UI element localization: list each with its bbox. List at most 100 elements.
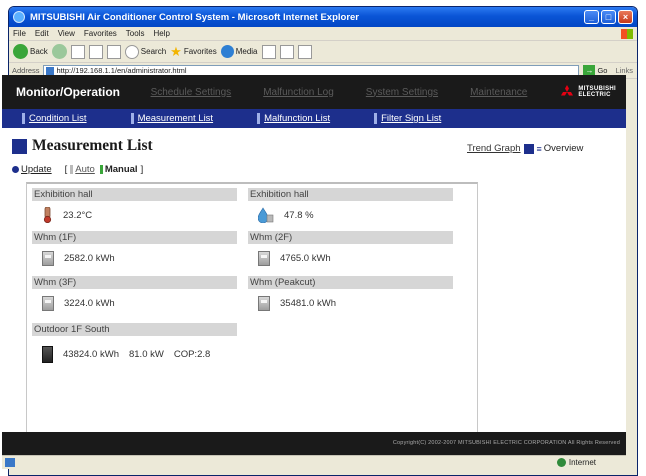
measurement-value: 4765.0 kWh	[280, 252, 331, 264]
ie-logo-icon	[13, 11, 25, 23]
measurement-value: 35481.0 kWh	[280, 297, 336, 309]
bracket-open: [	[64, 163, 68, 175]
history-icon[interactable]	[261, 44, 276, 59]
humidity-drop-icon	[258, 207, 274, 223]
mitsubishi-logo: MITSUBISHI ELECTRIC	[559, 85, 616, 99]
refresh-icon[interactable]	[88, 44, 103, 59]
home-icon[interactable]	[106, 44, 121, 59]
menu-bar: File Edit View Favorites Tools Help	[9, 27, 637, 41]
stop-icon[interactable]	[70, 44, 85, 59]
favorites-button[interactable]: ★ Favorites	[170, 44, 217, 60]
minimize-button[interactable]: _	[584, 10, 599, 24]
measurement-name: Whm (3F)	[32, 276, 237, 289]
search-button[interactable]: Search	[124, 44, 167, 59]
nav-monitor-operation[interactable]: Monitor/Operation	[16, 85, 151, 99]
measurement-value: 43824.0 kWh	[63, 348, 119, 360]
subnav-measurement-list[interactable]: Measurement List	[131, 113, 214, 124]
windows-flag-icon	[621, 28, 633, 39]
header-row: Measurement List Trend Graph ≡ Overview	[2, 128, 626, 160]
measurement-name: Whm (Peakcut)	[248, 276, 453, 289]
page-content: Monitor/Operation Schedule Settings Malf…	[2, 75, 626, 455]
measurement-panel: Exhibition hall 23.2°C Exhibition hall 4…	[26, 182, 478, 434]
measurement-name: Exhibition hall	[248, 188, 453, 201]
measurement-name: Outdoor 1F South	[32, 323, 237, 336]
back-label: Back	[30, 47, 48, 56]
measurement-card: Whm (1F) 2582.0 kWh	[32, 231, 237, 272]
mail-icon[interactable]	[279, 44, 294, 59]
menu-help[interactable]: Help	[153, 29, 169, 38]
measurement-card: Whm (3F) 3224.0 kWh	[32, 276, 237, 317]
bracket-close: ]	[140, 163, 144, 175]
meter-icon	[42, 295, 54, 311]
subnav-malfunction-list[interactable]: Malfunction List	[257, 113, 330, 124]
update-button[interactable]: Update	[21, 164, 52, 175]
meter-icon	[258, 250, 270, 266]
copyright-text: Copyright(C) 2002-2007 MITSUBISHI ELECTR…	[392, 440, 620, 446]
measurement-card: Outdoor 1F South 43824.0 kWh 81.0 kW COP…	[32, 323, 237, 372]
auto-update-button[interactable]: Auto	[75, 164, 95, 175]
back-arrow-icon	[13, 44, 28, 59]
globe-icon	[556, 458, 566, 467]
page-title: Measurement List	[12, 137, 153, 155]
maximize-button[interactable]: □	[601, 10, 616, 24]
menu-view[interactable]: View	[58, 29, 75, 38]
nav-schedule-settings[interactable]: Schedule Settings	[151, 87, 232, 98]
page-icon	[45, 66, 54, 75]
measurement-value: 47.8 %	[284, 209, 314, 221]
menu-favorites[interactable]: Favorites	[84, 29, 117, 38]
zone-label: Internet	[568, 458, 596, 467]
overview-icon	[523, 143, 534, 154]
go-label: Go	[597, 66, 608, 75]
update-dot-icon	[12, 165, 19, 173]
menu-file[interactable]: File	[13, 29, 26, 38]
thermometer-icon	[43, 207, 52, 223]
top-navigation: Monitor/Operation Schedule Settings Malf…	[2, 75, 626, 109]
media-label: Media	[235, 47, 258, 56]
meter-icon	[42, 250, 54, 266]
media-button[interactable]: Media	[220, 45, 258, 58]
title-bar: MITSUBISHI Air Conditioner Control Syste…	[9, 7, 637, 27]
links-button[interactable]: Links	[615, 66, 633, 75]
menu-edit[interactable]: Edit	[35, 29, 49, 38]
back-button[interactable]: Back	[13, 44, 48, 59]
subnav-condition-list[interactable]: Condition List	[22, 113, 87, 124]
auto-mark-icon	[70, 164, 74, 174]
menu-tools[interactable]: Tools	[126, 29, 145, 38]
nav-maintenance[interactable]: Maintenance	[470, 87, 527, 98]
meter-icon	[258, 295, 270, 311]
measurement-card: Whm (Peakcut) 35481.0 kWh	[248, 276, 453, 317]
trend-overview: Trend Graph ≡ Overview	[467, 143, 583, 154]
measurement-card: Whm (2F) 4765.0 kWh	[248, 231, 453, 272]
close-button[interactable]: ×	[618, 10, 633, 24]
search-label: Search	[140, 47, 167, 56]
three-diamonds-icon	[561, 85, 574, 96]
window-title: MITSUBISHI Air Conditioner Control Syste…	[30, 11, 360, 23]
browser-toolbar: Back Search ★ Favorites Media	[9, 41, 637, 63]
list-lines-icon: ≡	[536, 143, 542, 154]
nav-system-settings[interactable]: System Settings	[366, 87, 438, 98]
title-square-icon	[12, 138, 27, 154]
address-url: http://192.168.1.1/en/administrator.html	[56, 66, 187, 75]
media-icon	[220, 45, 234, 58]
manual-update-indicator: Manual	[99, 163, 138, 175]
overview-link[interactable]: Overview	[544, 143, 584, 154]
sub-navigation: Condition List Measurement List Malfunct…	[2, 109, 626, 128]
forward-button[interactable]	[51, 44, 67, 59]
nav-malfunction-log[interactable]: Malfunction Log	[263, 87, 334, 98]
measurement-card: Exhibition hall 47.8 %	[248, 188, 453, 229]
security-zone: Internet	[556, 458, 596, 467]
outdoor-unit-icon	[42, 345, 53, 363]
subnav-filter-sign-list[interactable]: Filter Sign List	[374, 113, 441, 124]
measurement-name: Whm (2F)	[248, 231, 453, 244]
search-icon	[124, 44, 139, 59]
measurement-name: Whm (1F)	[32, 231, 237, 244]
trend-graph-link[interactable]: Trend Graph	[467, 143, 521, 154]
manual-label: Manual	[104, 163, 138, 175]
update-row: Update [ Auto Manual ]	[2, 160, 626, 178]
favorites-label: Favorites	[183, 47, 217, 56]
measurement-value: 2582.0 kWh	[64, 252, 115, 264]
page-footer: Copyright(C) 2002-2007 MITSUBISHI ELECTR…	[2, 432, 626, 455]
measurement-name: Exhibition hall	[32, 188, 237, 201]
measurement-value: 3224.0 kWh	[64, 297, 115, 309]
print-icon[interactable]	[297, 44, 312, 59]
